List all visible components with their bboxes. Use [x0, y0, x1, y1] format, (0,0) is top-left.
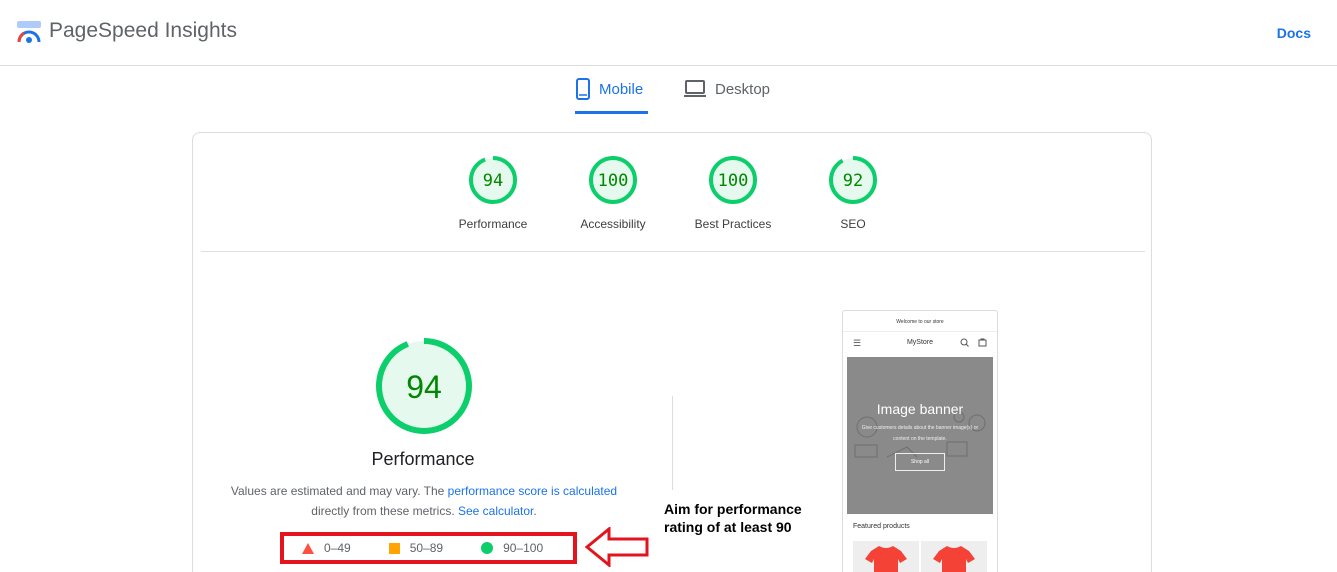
- gauge-performance[interactable]: 94 Performance: [433, 155, 553, 231]
- score-legend: 0–49 50–89 90–100: [280, 532, 577, 564]
- legend-good-label: 90–100: [503, 541, 544, 555]
- product-card: [853, 541, 919, 572]
- smartphone-icon: [576, 78, 590, 100]
- left-arrow-icon: [585, 527, 649, 567]
- score-value: 94: [483, 171, 503, 191]
- score-value: 100: [718, 171, 749, 191]
- vertical-divider: [672, 396, 673, 490]
- score-gauge: 92: [829, 156, 877, 204]
- desc-text: directly from these metrics.: [311, 504, 458, 518]
- featured-products-heading: Featured products: [853, 523, 910, 530]
- score-value: 100: [598, 171, 629, 191]
- device-tabs: Mobile Desktop: [0, 66, 1337, 114]
- image-banner: Image banner Give customers details abou…: [847, 357, 993, 514]
- legend-poor: 0–49: [302, 541, 351, 555]
- search-icon: [960, 338, 969, 347]
- score-calculation-link[interactable]: performance score is calculated: [448, 484, 617, 498]
- score-summary: 94 Performance 100 Accessibility 100 Bes…: [201, 133, 1145, 252]
- square-icon: [388, 542, 400, 554]
- page-screenshot[interactable]: Welcome to our store ☰ MyStore Image ban…: [842, 310, 998, 572]
- desc-text: Values are estimated and may vary. The: [230, 484, 448, 498]
- tab-mobile-label: Mobile: [599, 81, 644, 98]
- cart-icon: [978, 338, 987, 347]
- legend-average-label: 50–89: [409, 541, 444, 555]
- score-gauge: 100: [709, 156, 757, 204]
- banner-title: Image banner: [876, 401, 964, 417]
- product-card: [921, 541, 987, 572]
- legend-good: 90–100: [481, 541, 543, 555]
- gauge-accessibility[interactable]: 100 Accessibility: [553, 155, 673, 231]
- tab-desktop[interactable]: Desktop: [683, 78, 770, 114]
- divider: [843, 331, 997, 332]
- circle-icon: [481, 542, 494, 554]
- see-calculator-link[interactable]: See calculator: [458, 504, 533, 518]
- tab-mobile[interactable]: Mobile: [575, 78, 648, 114]
- performance-title: Performance: [371, 449, 475, 469]
- shop-all-button: Shop all: [895, 453, 945, 471]
- performance-description: Values are estimated and may vary. The p…: [224, 481, 624, 521]
- laptop-icon: [684, 80, 706, 97]
- banner-subtitle: Give customers details about the banner …: [861, 425, 979, 442]
- gauge-seo[interactable]: 92 SEO: [793, 155, 913, 231]
- annotation-text: Aim for performance rating of at least 9…: [664, 501, 802, 535]
- tab-desktop-label: Desktop: [715, 81, 771, 98]
- score-label: SEO: [840, 217, 866, 231]
- score-gauge: 100: [589, 156, 637, 204]
- score-gauge: 94: [469, 156, 517, 204]
- app-title[interactable]: PageSpeed Insights: [49, 19, 237, 43]
- performance-score: 94: [406, 369, 442, 405]
- performance-gauge: 94: [376, 338, 472, 434]
- legend-average: 50–89: [388, 541, 444, 555]
- announcement-bar: Welcome to our store: [896, 319, 944, 325]
- score-label: Best Practices: [694, 217, 772, 231]
- tshirt-icon: [933, 546, 975, 572]
- top-bar: PageSpeed Insights Docs: [0, 0, 1337, 66]
- store-name: MyStore: [906, 339, 934, 346]
- pagespeed-logo-icon[interactable]: [16, 20, 42, 44]
- desc-text: .: [533, 504, 537, 518]
- tshirt-icon: [865, 546, 907, 572]
- score-label: Performance: [458, 217, 528, 231]
- score-value: 92: [843, 171, 863, 191]
- legend-poor-label: 0–49: [324, 541, 351, 555]
- gauge-best-practices[interactable]: 100 Best Practices: [673, 155, 793, 231]
- triangle-icon: [302, 542, 314, 554]
- score-label: Accessibility: [580, 217, 646, 231]
- docs-link[interactable]: Docs: [1277, 25, 1311, 41]
